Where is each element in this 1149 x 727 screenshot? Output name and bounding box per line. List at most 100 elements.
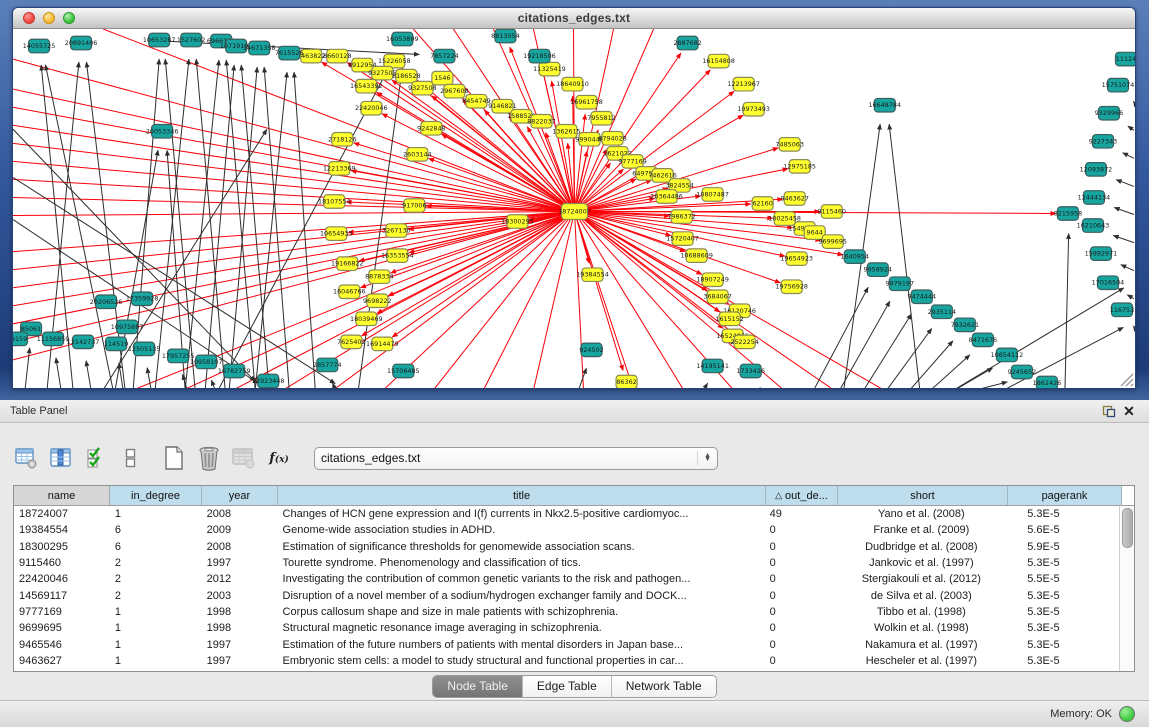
graph-node[interactable]: 18640910 [556,77,589,91]
graph-node[interactable]: 2522254 [730,335,759,349]
graph-node[interactable]: 7615526 [275,46,304,60]
table-cell[interactable]: Changes of HCN gene expression and I(f) … [278,508,765,520]
table-cell[interactable]: Jankovic et al. (1997) [837,557,1007,569]
table-cell[interactable]: 1 [110,622,202,634]
graph-node[interactable]: 12142737 [67,335,100,349]
graph-node[interactable]: 1733426 [736,364,765,378]
graph-node[interactable]: 19384554 [576,268,609,282]
graph-node[interactable]: 2967608 [440,84,469,98]
column-header-pagerank[interactable]: pagerank [1008,486,1122,505]
graph-node[interactable]: 16782759 [218,364,251,378]
table-cell[interactable]: 1998 [202,622,278,634]
graph-node[interactable]: 11156859 [37,332,70,346]
graph-node[interactable]: 18039469 [350,312,383,326]
graph-node[interactable]: 9474444 [908,290,937,304]
table-row[interactable]: 946554611997Estimation of the future num… [14,636,1120,652]
graph-node[interactable]: 39159 [13,332,28,346]
table-cell[interactable]: 0 [765,655,837,667]
table-cell[interactable]: 0 [765,639,837,651]
graph-node[interactable]: 9958924 [864,263,893,277]
table-cell[interactable]: 5.6E-5 [1006,524,1120,536]
table-cell[interactable]: 0 [765,524,837,536]
table-cell[interactable]: 2003 [202,590,278,602]
graph-node[interactable]: 9699695 [818,235,847,249]
graph-node[interactable]: 16353554 [381,249,414,263]
graph-node[interactable]: 10975887 [111,320,144,334]
graph-node[interactable]: 16210643 [1077,219,1110,233]
table-cell[interactable]: de Silva et al. (2003) [837,590,1007,602]
graph-node[interactable]: 16914479 [366,337,399,351]
delete-button[interactable] [197,445,221,471]
table-cell[interactable]: 22420046 [14,573,110,585]
float-panel-button[interactable] [1099,402,1119,420]
graph-node[interactable]: 19756928 [775,280,808,294]
graph-node[interactable]: 15892971 [1085,247,1118,261]
graph-node[interactable]: 7485063 [775,138,804,152]
table-cell[interactable]: 0 [765,590,837,602]
graph-node[interactable]: 16648784 [868,98,901,112]
graph-node[interactable]: 8813054 [491,29,520,43]
graph-node[interactable]: 9242848 [417,122,446,136]
table-cell[interactable]: 5.3E-5 [1006,557,1120,569]
table-cell[interactable]: 14569117 [14,590,110,602]
graph-node[interactable]: 917006 [402,199,426,213]
table-cell[interactable]: 49 [765,508,837,520]
graph-node[interactable]: 20053346 [146,125,179,139]
graph-node[interactable]: 12093872 [1080,163,1113,177]
table-cell[interactable]: 19384554 [14,524,110,536]
graph-node[interactable]: 10653287 [143,33,176,47]
graph-node[interactable]: 9245652 [1008,365,1037,379]
table-cell[interactable]: 0 [765,541,837,553]
table-cell[interactable]: Tourette syndrome. Phenomenology and cla… [278,557,765,569]
graph-node[interactable]: 2857774 [313,358,342,372]
table-cell[interactable]: 2012 [202,573,278,585]
network-window-titlebar[interactable]: citations_edges.txt [13,8,1135,29]
graph-node[interactable]: 2603144 [403,148,432,162]
table-cell[interactable]: 1998 [202,606,278,618]
graph-node[interactable]: 3684067 [703,290,732,304]
table-cell[interactable]: 1997 [202,557,278,569]
close-panel-button[interactable]: ✕ [1119,402,1139,420]
table-options-button[interactable] [14,445,38,471]
graph-node[interactable]: 9879197 [886,277,915,291]
table-cell[interactable]: 9777169 [14,606,110,618]
table-cell[interactable]: 0 [765,557,837,569]
table-row[interactable]: 2242004622012Investigating the contribut… [14,571,1120,587]
graph-node[interactable]: 16154808 [702,54,735,68]
graph-node[interactable]: 22420046 [355,101,388,115]
table-cell[interactable]: 5.3E-5 [1006,655,1120,667]
table-cell[interactable]: Structural magnetic resonance image aver… [278,622,765,634]
table-cell[interactable]: 5.3E-5 [1006,622,1120,634]
table-cell[interactable]: Corpus callosum shape and size in male p… [278,606,765,618]
column-header-year[interactable]: year [202,486,278,505]
graph-node[interactable]: 6794028 [598,132,627,146]
tab-network-table[interactable]: Network Table [612,676,716,697]
zoom-window-button[interactable] [63,12,75,24]
graph-node[interactable]: 7625402 [337,335,366,349]
graph-node[interactable]: 924502 [579,343,603,357]
column-header-in_degree[interactable]: in_degree [110,486,202,505]
table-cell[interactable]: Genome-wide association studies in ADHD. [278,524,765,536]
graph-node[interactable]: 7932621 [951,318,980,332]
graph-node[interactable]: 8215958 [1054,207,1083,221]
graph-node[interactable]: 18724007 [558,203,591,219]
graph-node[interactable]: 12505135 [128,342,161,356]
graph-node[interactable]: 1546 [432,71,453,85]
graph-node[interactable]: 16053809 [386,32,419,46]
graph-node[interactable]: 1862426 [1033,376,1062,388]
table-cell[interactable]: 5.3E-5 [1006,590,1120,602]
graph-node[interactable]: 14195141 [696,359,729,373]
graph-node[interactable]: 10973493 [737,102,770,116]
graph-node[interactable]: 17016504 [1092,276,1125,290]
column-header-title[interactable]: title [278,486,766,505]
table-cell[interactable]: Dudbridge et al. (2008) [837,541,1007,553]
table-cell[interactable]: 18300295 [14,541,110,553]
citation-network-graph[interactable]: 7463822866012889129541522605893275051654… [13,29,1135,388]
table-cell[interactable]: Wolkin et al. (1998) [837,622,1007,634]
table-cell[interactable]: 1997 [202,655,278,667]
row-pair-button[interactable] [119,445,143,471]
graph-node[interactable]: 16543392 [350,79,383,93]
table-cell[interactable]: 0 [765,573,837,585]
graph-node[interactable]: 14055725 [23,39,56,53]
table-cell[interactable]: Tibbo et al. (1998) [837,606,1007,618]
